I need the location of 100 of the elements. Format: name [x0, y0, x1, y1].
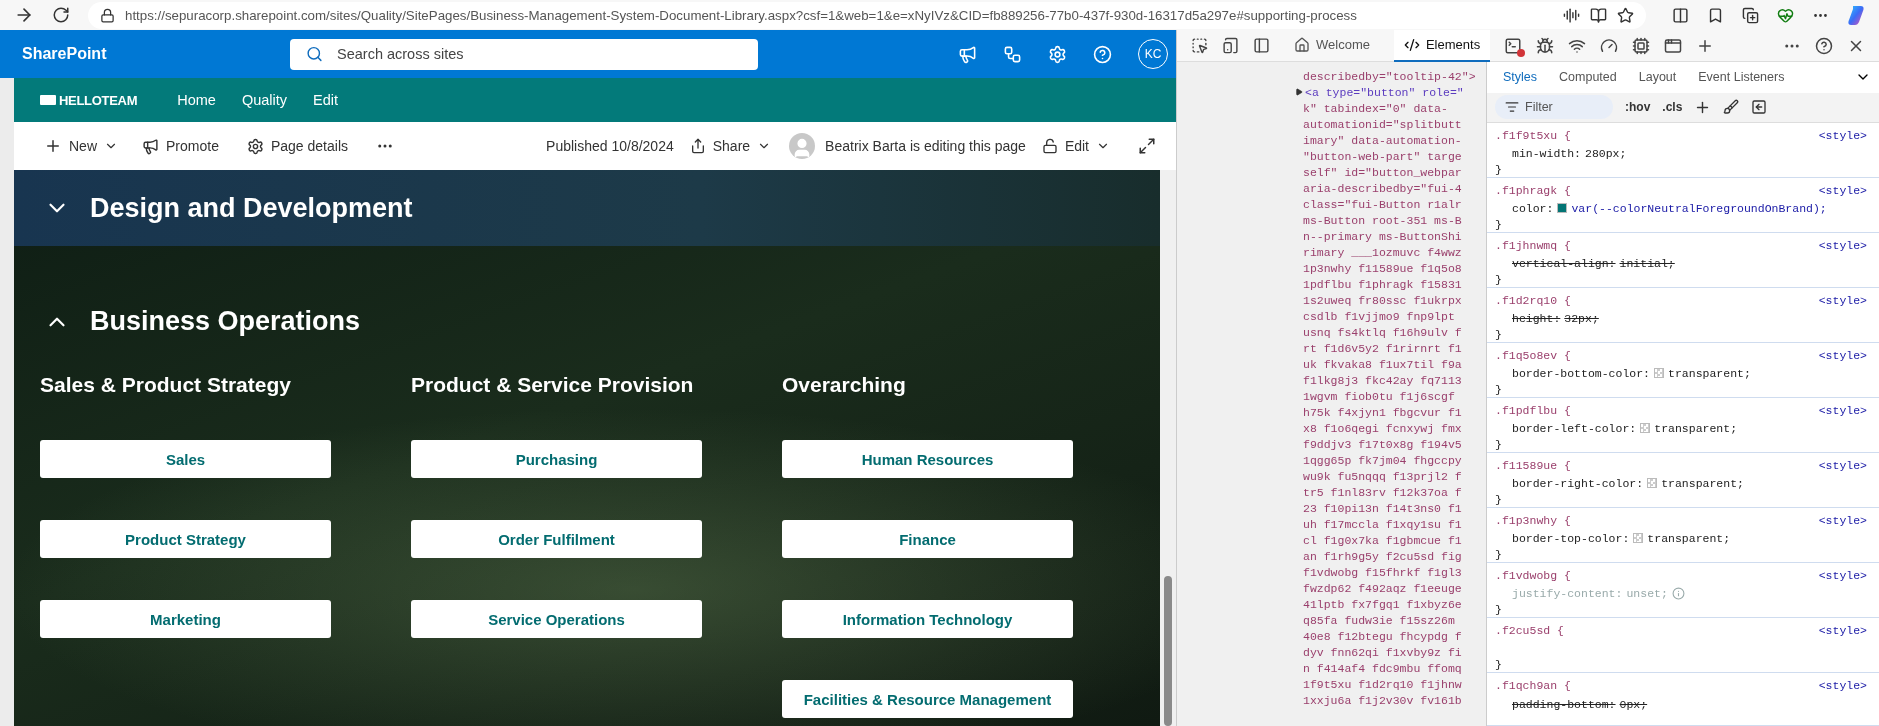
code-line: an f1rh9g5y f2cu5sd fig — [1303, 549, 1462, 563]
device-icon[interactable] — [1222, 37, 1239, 54]
color-swatch[interactable] — [1640, 423, 1651, 434]
closing-brace: } — [1495, 658, 1503, 673]
style-source-link[interactable]: <style> — [1818, 348, 1867, 362]
section-title[interactable]: Business Operations — [90, 306, 361, 337]
style-source-link[interactable]: <style> — [1818, 128, 1867, 142]
link-button[interactable]: Human Resources — [782, 440, 1073, 478]
style-source-link[interactable]: <style> — [1818, 238, 1867, 252]
expand-icon[interactable] — [1138, 137, 1156, 155]
network-icon[interactable] — [1003, 44, 1022, 64]
cls-toggle[interactable]: .cls — [1662, 100, 1683, 115]
bookmark-icon[interactable] — [1707, 6, 1724, 24]
styles-tab[interactable]: Layout — [1630, 66, 1685, 89]
style-source-link[interactable]: <style> — [1818, 183, 1867, 197]
page-details-button[interactable]: Page details — [246, 137, 348, 155]
style-source-link[interactable]: <style> — [1818, 403, 1867, 417]
style-source-link[interactable]: <style> — [1818, 568, 1867, 582]
scrollbar-thumb[interactable] — [1164, 576, 1172, 726]
code-line: fwzdp62 f492aqz f1eeuge — [1303, 581, 1462, 595]
closing-brace: } — [1495, 493, 1503, 508]
code-line: 1pdflbu f1phragk f15831 — [1303, 277, 1462, 291]
gauge-icon[interactable] — [1600, 36, 1619, 55]
css-value: 32px; — [1564, 311, 1599, 325]
sidebar-toggle-icon[interactable] — [1751, 99, 1768, 116]
style-source-link[interactable]: <style> — [1818, 679, 1867, 693]
link-button[interactable]: Purchasing — [411, 440, 702, 478]
help-icon[interactable] — [1815, 36, 1833, 55]
color-swatch[interactable] — [1647, 478, 1658, 489]
new-button[interactable]: New — [44, 137, 118, 155]
color-swatch[interactable] — [1654, 368, 1665, 379]
link-button[interactable]: Finance — [782, 520, 1073, 558]
style-source-link[interactable]: <style> — [1818, 513, 1867, 527]
heart-icon[interactable] — [1777, 6, 1794, 24]
scrollbar[interactable] — [1160, 170, 1176, 726]
console-error-icon[interactable] — [1504, 36, 1523, 55]
nav-link[interactable]: Quality — [241, 92, 287, 108]
editing-status: Beatrix Barta is editing this page — [825, 138, 1026, 154]
code-line: uk fkvaka8 f1ux7til f9a — [1303, 357, 1462, 371]
brush-icon[interactable] — [1723, 99, 1740, 116]
style-source-link[interactable]: <style> — [1818, 458, 1867, 472]
style-source-link[interactable]: <style> — [1818, 293, 1867, 307]
site-logo[interactable]: HELLOTEAM — [59, 92, 138, 108]
code-line: automationid="splitbutt — [1303, 117, 1462, 131]
css-property: color: — [1512, 201, 1554, 215]
section-title[interactable]: Design and Development — [90, 192, 413, 224]
megaphone-icon[interactable] — [958, 44, 977, 64]
css-selector: .f1p3nwhy { — [1495, 513, 1571, 527]
code-line: k" tabindex="0" data- — [1303, 101, 1448, 115]
code-line: f1vdwobg f15fhrkf f1gl3 — [1303, 565, 1462, 579]
collections-icon[interactable] — [1742, 6, 1759, 24]
code-line: f9ddjv3 f17t0x8g f194v5 — [1303, 437, 1462, 451]
section-header[interactable]: Design and Development — [14, 170, 1160, 246]
search-icon — [306, 45, 323, 63]
edit-button[interactable]: Edit — [1041, 138, 1110, 154]
style-source-link[interactable]: <style> — [1818, 623, 1867, 637]
nav-link[interactable]: Home — [177, 92, 216, 108]
color-swatch[interactable] — [1633, 533, 1644, 544]
devtools-tab[interactable]: Elements — [1393, 29, 1491, 62]
styles-tab[interactable]: Event Listeners — [1690, 66, 1793, 89]
css-value: transparent; — [1668, 366, 1751, 380]
nav-link[interactable]: Edit — [313, 92, 338, 108]
devtools-tab[interactable]: Welcome — [1284, 29, 1380, 62]
link-button[interactable]: Service Operations — [411, 600, 702, 638]
chip-icon[interactable] — [1632, 36, 1651, 55]
dock-icon[interactable] — [1253, 37, 1270, 54]
link-button[interactable]: Product Strategy — [40, 520, 331, 558]
settings-icon[interactable] — [1048, 44, 1067, 64]
window-icon[interactable] — [1664, 36, 1683, 55]
closing-brace: } — [1495, 328, 1503, 343]
link-button[interactable]: Sales — [40, 440, 331, 478]
split-screen-icon[interactable] — [1672, 6, 1689, 24]
link-button[interactable]: Facilities & Resource Management — [782, 680, 1073, 718]
link-button[interactable]: Marketing — [40, 600, 331, 638]
bug-icon[interactable] — [1536, 36, 1555, 55]
closing-brace: } — [1495, 603, 1503, 618]
search-field[interactable]: Search across sites — [290, 38, 758, 70]
inspect-icon[interactable] — [1191, 37, 1208, 54]
hov-toggle[interactable]: :hov — [1625, 100, 1651, 115]
share-button[interactable]: Share — [689, 138, 772, 154]
styles-tab[interactable]: Computed — [1551, 66, 1625, 89]
address-bar[interactable]: https://sepuracorp.sharepoint.com/sites/Quality/SitePages/Business-Management-System-Document-Library.aspx?csf=1&web=1&e=xNyIVz&CID=fb889256-77b0-437f-930d-16317d5a297e#supporting-process — [88, 1, 1646, 29]
code-line: imary" data-automation- — [1303, 133, 1462, 147]
expand-triangle-icon[interactable] — [1295, 88, 1303, 96]
code-line: dyv fnn62qi f1xvby9z fi — [1303, 645, 1462, 659]
css-property: border-bottom-color: — [1512, 366, 1651, 380]
refresh-icon[interactable] — [52, 6, 70, 24]
code-line: tr5 f1nl83rv f12k37oa f — [1303, 485, 1462, 499]
filter-field[interactable]: Filter — [1495, 95, 1613, 120]
book-icon[interactable] — [1590, 6, 1607, 24]
link-button[interactable]: Information Technology — [782, 600, 1073, 638]
app-name[interactable]: SharePoint — [22, 45, 290, 63]
read-aloud-icon[interactable] — [1563, 6, 1580, 24]
link-button[interactable]: Order Fulfilment — [411, 520, 702, 558]
css-property: border-right-color: — [1512, 476, 1644, 490]
color-swatch[interactable] — [1557, 203, 1568, 214]
css-selector: .f1phragk { — [1495, 183, 1571, 197]
promote-button[interactable]: Promote — [142, 137, 219, 155]
star-icon[interactable] — [1617, 6, 1634, 24]
code-line: rt f1d6v5y2 f1rirnrt f1 — [1303, 341, 1462, 355]
